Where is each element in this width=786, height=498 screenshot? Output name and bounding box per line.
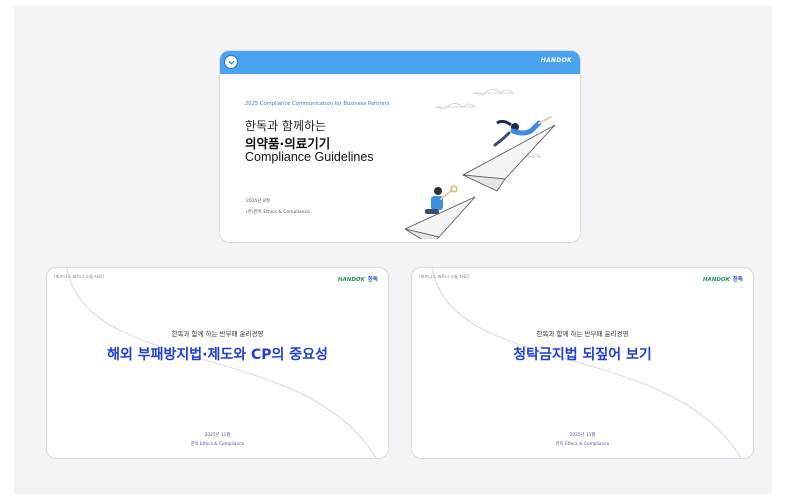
card-date: 2025년 11월 <box>569 433 596 438</box>
category-tag: [비즈니스 파트너 소통 자료] <box>54 274 104 279</box>
card-date: 2025년 11월 <box>204 433 231 438</box>
card-org: 한독 Ethics & Compliance <box>555 442 610 447</box>
category-tag: [비즈니스 파트너 소통 자료] <box>419 274 469 279</box>
logo-en: HANDOK <box>702 277 730 283</box>
document-card-anti-graft-law[interactable]: [비즈니스 파트너 소통 자료] HANDOK 한독 한독과 함께 하는 반부패 … <box>411 267 754 459</box>
card-subtitle: 한독과 함께 하는 반부패 윤리경영 <box>536 330 629 338</box>
chevron-down-icon <box>228 60 235 65</box>
handok-logo: HANDOK <box>540 57 572 64</box>
card-org: 한독 Ethics & Compliance <box>190 442 245 447</box>
card-title: 청탁금지법 되짚어 보기 <box>513 347 652 363</box>
handok-logo: HANDOK 한독 <box>338 275 378 283</box>
expand-button[interactable] <box>224 55 238 69</box>
document-card-anticorruption[interactable]: [비즈니스 파트너 소통 자료] HANDOK 한독 한독과 함께 하는 반부패 … <box>46 267 389 459</box>
logo-kr: 한독 <box>367 277 378 283</box>
document-card-compliance-guidelines[interactable]: HANDOK 2025 Compliance Communication for… <box>219 50 581 243</box>
card-header-bar: HANDOK <box>220 51 580 74</box>
paper-plane-illustration <box>405 89 556 239</box>
card-subtitle: 2025 Compliance Communication for Busine… <box>245 101 390 107</box>
card-title: 해외 부패방지법·제도와 CP의 중요성 <box>107 347 328 363</box>
card-subtitle: 한독과 함께 하는 반부패 윤리경영 <box>171 330 264 338</box>
handok-logo: HANDOK 한독 <box>703 275 743 283</box>
card-date: 2025년 8월 <box>246 199 271 204</box>
card-org: (주)한독 Ethics & Compliance <box>246 210 310 215</box>
title-line-1: 한독과 함께하는 <box>245 119 327 133</box>
logo-kr: 한독 <box>732 277 743 283</box>
logo-en: HANDOK <box>337 277 365 283</box>
title-line-3: Compliance Guidelines <box>245 150 374 164</box>
